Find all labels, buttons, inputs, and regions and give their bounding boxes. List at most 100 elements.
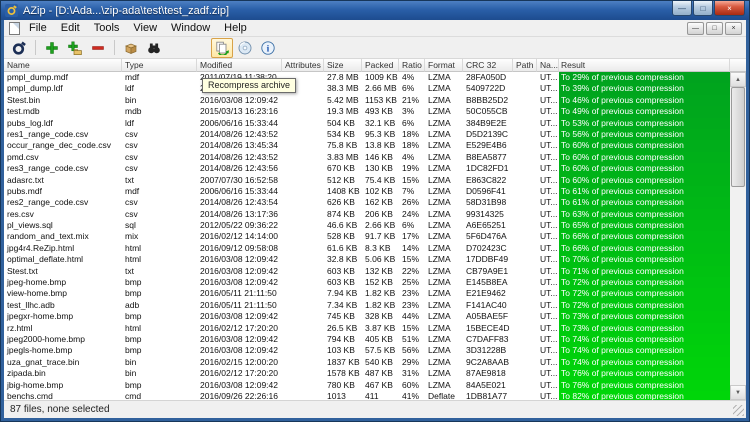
table-row[interactable]: test.mdb mdb 2015/03/13 16:23:16 19.3 MB… [4,106,730,117]
column-header-attributes[interactable]: Attributes [282,59,324,72]
scrollbar-thumb[interactable] [731,87,745,187]
menu-item-edit[interactable]: Edit [54,21,87,35]
table-row[interactable]: pmd.csv csv 2014/08/26 12:43:52 3.83 MB … [4,152,730,163]
cell-name: zipada.bin [4,368,122,379]
azip-logo-button[interactable] [8,38,30,58]
table-row[interactable]: optimal_deflate.html html 2016/03/08 12:… [4,254,730,265]
cell-crc32: B8EA5877 [463,152,513,163]
cell-packed: 405 KB [362,334,399,345]
cell-attributes [282,197,324,208]
mdi-document-icon[interactable] [9,22,20,35]
cell-modified: 2006/06/16 15:33:44 [197,186,282,197]
column-header-result[interactable]: Result [559,59,730,72]
table-row[interactable]: pubs.mdf mdf 2006/06/16 15:33:44 1408 KB… [4,186,730,197]
mdi-close-button[interactable]: × [725,22,742,35]
table-row[interactable]: occur_range_dec_code.csv csv 2014/08/26 … [4,140,730,151]
table-row[interactable]: test_llhc.adb adb 2016/05/11 21:11:50 7.… [4,300,730,311]
recompress-archive-button[interactable] [211,38,233,58]
mdi-minimize-button[interactable]: — [687,22,704,35]
column-header-nameenc[interactable]: Na... [537,59,559,72]
minimize-button[interactable]: — [672,1,692,16]
cell-packed: 162 KB [362,197,399,208]
cell-ratio: 31% [399,368,425,379]
cell-path [513,197,537,208]
table-row[interactable]: jpeg2000-home.bmp bmp 2016/03/08 12:09:4… [4,334,730,345]
table-row[interactable]: res3_range_code.csv csv 2014/08/26 12:43… [4,163,730,174]
table-row[interactable]: pmpl_dump.ldf ldf 2011/07/19 11:38:20 38… [4,83,730,94]
table-row[interactable]: uza_gnat_trace.bin bin 2016/02/15 12:00:… [4,357,730,368]
table-row[interactable]: random_and_text.mix mix 2016/02/12 14:14… [4,231,730,242]
table-row[interactable]: rz.html html 2016/02/12 17:20:20 26.5 KB… [4,323,730,334]
cell-size: 1837 KB [324,357,362,368]
menu-item-window[interactable]: Window [164,21,217,35]
cell-modified: 2014/08/26 13:17:36 [197,209,282,220]
cell-ratio: 44% [399,311,425,322]
scroll-up-button[interactable]: ▲ [730,72,746,87]
column-header-packed[interactable]: Packed [362,59,399,72]
table-row[interactable]: zipada.bin bin 2016/02/12 17:20:20 1578 … [4,368,730,379]
find-button[interactable] [143,38,165,58]
mdi-restore-button[interactable]: □ [706,22,723,35]
table-row[interactable]: pubs_log.ldf ldf 2006/06/16 15:33:44 504… [4,118,730,129]
column-header-path[interactable]: Path [513,59,537,72]
column-header-type[interactable]: Type [122,59,197,72]
cell-format: LZMA [425,323,463,334]
cell-name-encoding: UT... [537,95,559,106]
vertical-scrollbar[interactable]: ▲ ▼ [730,72,746,400]
column-header-modified[interactable]: Modified [197,59,282,72]
menu-item-tools[interactable]: Tools [87,21,127,35]
column-header-name[interactable]: Name [4,59,122,72]
resize-grip[interactable] [733,405,744,416]
table-row[interactable]: pl_views.sql sql 2012/05/22 09:36:22 46.… [4,220,730,231]
table-row[interactable]: jpegls-home.bmp bmp 2016/03/08 12:09:42 … [4,345,730,356]
scroll-down-button[interactable]: ▼ [730,385,746,400]
column-header-size[interactable]: Size [324,59,362,72]
column-header-format[interactable]: Format [425,59,463,72]
table-row[interactable]: pmpl_dump.mdf mdf 2011/07/19 11:38:20 27… [4,72,730,83]
cell-size: 603 KB [324,266,362,277]
tooltip-text: Recompress archive [208,80,290,90]
cell-name: Stest.bin [4,95,122,106]
add-folder-button[interactable] [64,38,86,58]
cell-ratio: 18% [399,140,425,151]
test-archive-button[interactable] [234,38,256,58]
table-row[interactable]: res.csv csv 2014/08/26 13:17:36 874 KB 2… [4,209,730,220]
cell-path [513,254,537,265]
cell-packed: 152 KB [362,277,399,288]
table-row[interactable]: jpg4r4.ReZip.html html 2016/09/12 09:58:… [4,243,730,254]
cell-path [513,118,537,129]
cell-name: jpegls-home.bmp [4,345,122,356]
column-header-crc32[interactable]: CRC 32 [463,59,513,72]
table-row[interactable]: Stest.txt txt 2016/03/08 12:09:42 603 KB… [4,266,730,277]
archive-info-button[interactable]: i [257,38,279,58]
column-header-ratio[interactable]: Ratio [399,59,425,72]
table-row[interactable]: benchs.cmd cmd 2016/09/26 22:26:16 1013 … [4,391,730,400]
add-files-button[interactable] [41,38,63,58]
menu-item-file[interactable]: File [22,21,54,35]
toolbar-separator [35,40,36,55]
cell-crc32: E145B8EA [463,277,513,288]
cell-crc32: 99314325 [463,209,513,220]
cell-result: To 53% of previous compression [559,118,730,129]
table-row[interactable]: view-home.bmp bmp 2016/05/11 21:11:50 7.… [4,288,730,299]
menu-item-view[interactable]: View [126,21,164,35]
cell-size: 504 KB [324,118,362,129]
cell-name-encoding: UT... [537,323,559,334]
scrollbar-track[interactable] [730,87,746,385]
cell-modified: 2012/05/22 09:36:22 [197,220,282,231]
titlebar[interactable]: AZip - [D:\Ada...\zip-ada\test\test_zadf… [1,1,749,20]
menu-item-help[interactable]: Help [217,21,254,35]
cell-result: To 49% of previous compression [559,106,730,117]
remove-entries-button[interactable] [87,38,109,58]
maximize-button[interactable]: □ [693,1,713,16]
table-row[interactable]: Stest.bin bin 2016/03/08 12:09:42 5.42 M… [4,95,730,106]
table-row[interactable]: jpeg-home.bmp bmp 2016/03/08 12:09:42 60… [4,277,730,288]
table-row[interactable]: jbig-home.bmp bmp 2016/03/08 12:09:42 78… [4,380,730,391]
cell-result: To 82% of previous compression [559,391,730,400]
table-row[interactable]: jpegxr-home.bmp bmp 2016/03/08 12:09:42 … [4,311,730,322]
table-row[interactable]: res1_range_code.csv csv 2014/08/26 12:43… [4,129,730,140]
table-row[interactable]: res2_range_code.csv csv 2014/08/26 12:43… [4,197,730,208]
table-row[interactable]: adasrc.txt txt 2007/07/30 16:52:58 512 K… [4,175,730,186]
extract-button[interactable] [120,38,142,58]
close-button[interactable]: × [714,1,745,16]
